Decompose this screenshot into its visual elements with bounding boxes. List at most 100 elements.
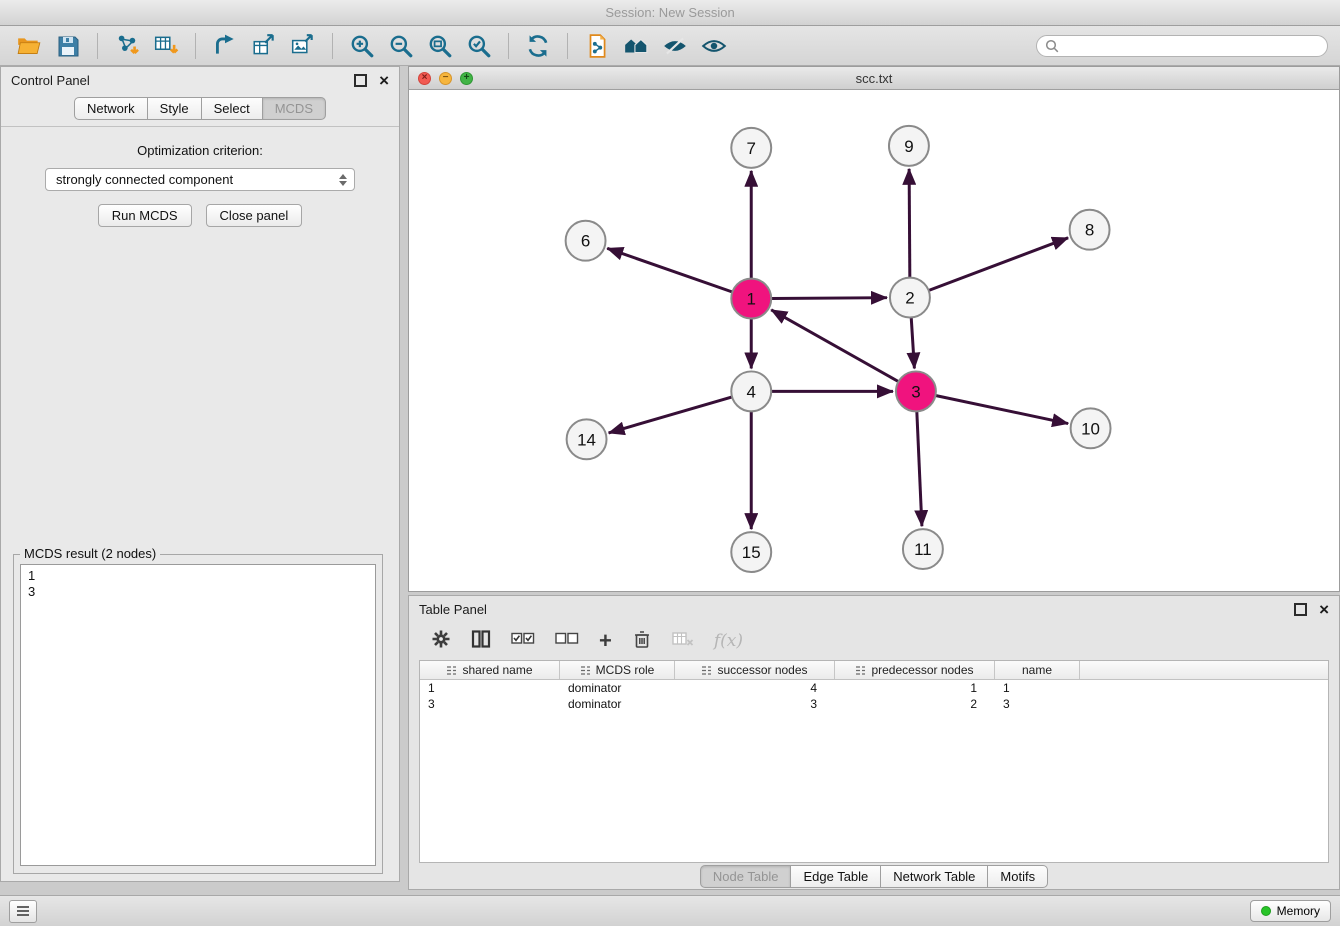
tab-edge-table[interactable]: Edge Table [790, 865, 881, 888]
table-row[interactable]: 3 dominator 3 2 3 [420, 696, 1328, 712]
mcds-result-list[interactable]: 1 3 [20, 564, 376, 866]
graph-edge-2-8[interactable] [929, 238, 1069, 291]
run-mcds-button[interactable]: Run MCDS [98, 204, 192, 227]
search-icon [1045, 39, 1059, 53]
duplicate-network-icon [584, 33, 610, 59]
import-table-button[interactable] [149, 30, 183, 62]
save-session-button[interactable] [51, 30, 85, 62]
show-columns-button[interactable] [471, 629, 491, 654]
select-stepper-icon [339, 174, 347, 186]
graph-edge-1-6[interactable] [607, 248, 732, 292]
open-file-icon [16, 33, 42, 59]
column-header-filler [1080, 661, 1328, 679]
panel-list-button[interactable] [9, 900, 37, 923]
toolbar-separator [567, 33, 568, 59]
deselect-all-button[interactable] [555, 631, 579, 651]
column-type-icon [580, 665, 591, 676]
window-close-icon[interactable]: × [418, 72, 431, 85]
open-file-button[interactable] [12, 30, 46, 62]
cell-shared-name: 1 [420, 681, 560, 695]
zoom-out-icon [388, 33, 414, 59]
graph-node-label: 9 [904, 137, 913, 156]
add-column-button[interactable]: + [599, 630, 612, 652]
toolbar-separator [332, 33, 333, 59]
column-header-predecessor-nodes[interactable]: predecessor nodes [835, 661, 995, 679]
window-minimize-icon[interactable]: − [439, 72, 452, 85]
tab-motifs[interactable]: Motifs [987, 865, 1048, 888]
cell-name: 1 [995, 681, 1080, 695]
tab-network[interactable]: Network [74, 97, 148, 120]
deselect-all-icon [555, 631, 579, 646]
export-table-button[interactable] [247, 30, 281, 62]
graph-edge-3-11[interactable] [917, 411, 922, 526]
mcds-result-line: 1 [28, 568, 368, 584]
graph-node-label: 10 [1081, 419, 1100, 438]
zoom-selected-icon [466, 33, 492, 59]
import-network-button[interactable] [110, 30, 144, 62]
tab-select[interactable]: Select [201, 97, 263, 120]
duplicate-network-button[interactable] [580, 30, 614, 62]
window-zoom-icon[interactable]: + [460, 72, 473, 85]
zoom-in-button[interactable] [345, 30, 379, 62]
graph-node-label: 4 [747, 382, 756, 401]
zoom-out-button[interactable] [384, 30, 418, 62]
select-all-button[interactable] [511, 631, 535, 651]
graph-edge-3-10[interactable] [935, 395, 1068, 423]
memory-status-dot-icon [1261, 906, 1271, 916]
function-builder-button[interactable]: f(x) [714, 631, 743, 651]
table-row[interactable]: 1 dominator 4 1 1 [420, 680, 1328, 696]
search-input[interactable] [1065, 38, 1319, 54]
delete-column-button[interactable] [632, 629, 652, 654]
memory-button[interactable]: Memory [1250, 900, 1331, 922]
toolbar-separator [508, 33, 509, 59]
columns-icon [471, 629, 491, 649]
graph-edge-4-14[interactable] [609, 397, 732, 433]
criterion-select-value: strongly connected component [56, 172, 233, 187]
zoom-fit-button[interactable] [423, 30, 457, 62]
table-panel-close-icon[interactable]: × [1319, 601, 1329, 618]
search-field[interactable] [1036, 35, 1328, 57]
table-panel-title: Table Panel [419, 602, 487, 617]
status-bar: Memory [0, 895, 1340, 926]
refresh-icon [525, 33, 551, 59]
main-toolbar [0, 26, 1340, 66]
tab-mcds[interactable]: MCDS [262, 97, 326, 120]
table-panel-float-icon[interactable] [1294, 603, 1307, 616]
export-network-button[interactable] [208, 30, 242, 62]
refresh-button[interactable] [521, 30, 555, 62]
control-panel-float-icon[interactable] [354, 74, 367, 87]
zoom-fit-icon [427, 33, 453, 59]
column-header-name[interactable]: name [995, 661, 1080, 679]
show-details-button[interactable] [697, 30, 731, 62]
cell-successor-nodes: 3 [675, 697, 835, 711]
export-image-button[interactable] [286, 30, 320, 62]
control-panel-close-icon[interactable]: × [379, 72, 389, 89]
column-type-icon [855, 665, 866, 676]
table-settings-button[interactable] [431, 629, 451, 654]
import-network-icon [114, 33, 140, 59]
tab-node-table[interactable]: Node Table [700, 865, 792, 888]
window-title: Session: New Session [605, 5, 734, 20]
column-header-successor-nodes[interactable]: successor nodes [675, 661, 835, 679]
window-titlebar: Session: New Session [0, 0, 1340, 26]
close-panel-button[interactable]: Close panel [206, 204, 303, 227]
hide-details-button[interactable] [658, 30, 692, 62]
first-neighbors-button[interactable] [619, 30, 653, 62]
graph-edge-3-1[interactable] [771, 310, 898, 382]
delete-table-button[interactable] [672, 631, 694, 652]
graph-edge-2-9[interactable] [909, 169, 910, 278]
column-header-shared-name[interactable]: shared name [420, 661, 560, 679]
criterion-select[interactable]: strongly connected component [45, 168, 355, 191]
tab-style[interactable]: Style [147, 97, 202, 120]
cell-name: 3 [995, 697, 1080, 711]
graph-edge-1-2[interactable] [771, 298, 887, 299]
tab-network-table[interactable]: Network Table [880, 865, 988, 888]
zoom-selected-button[interactable] [462, 30, 496, 62]
network-canvas[interactable]: 7968124314101511 [409, 90, 1339, 591]
column-header-mcds-role[interactable]: MCDS role [560, 661, 675, 679]
table-panel-header: Table Panel × [409, 596, 1339, 622]
application-window: Session: New Session [0, 0, 1340, 926]
graph-edge-2-3[interactable] [911, 318, 914, 369]
control-panel-title: Control Panel [11, 73, 90, 88]
toolbar-separator [97, 33, 98, 59]
